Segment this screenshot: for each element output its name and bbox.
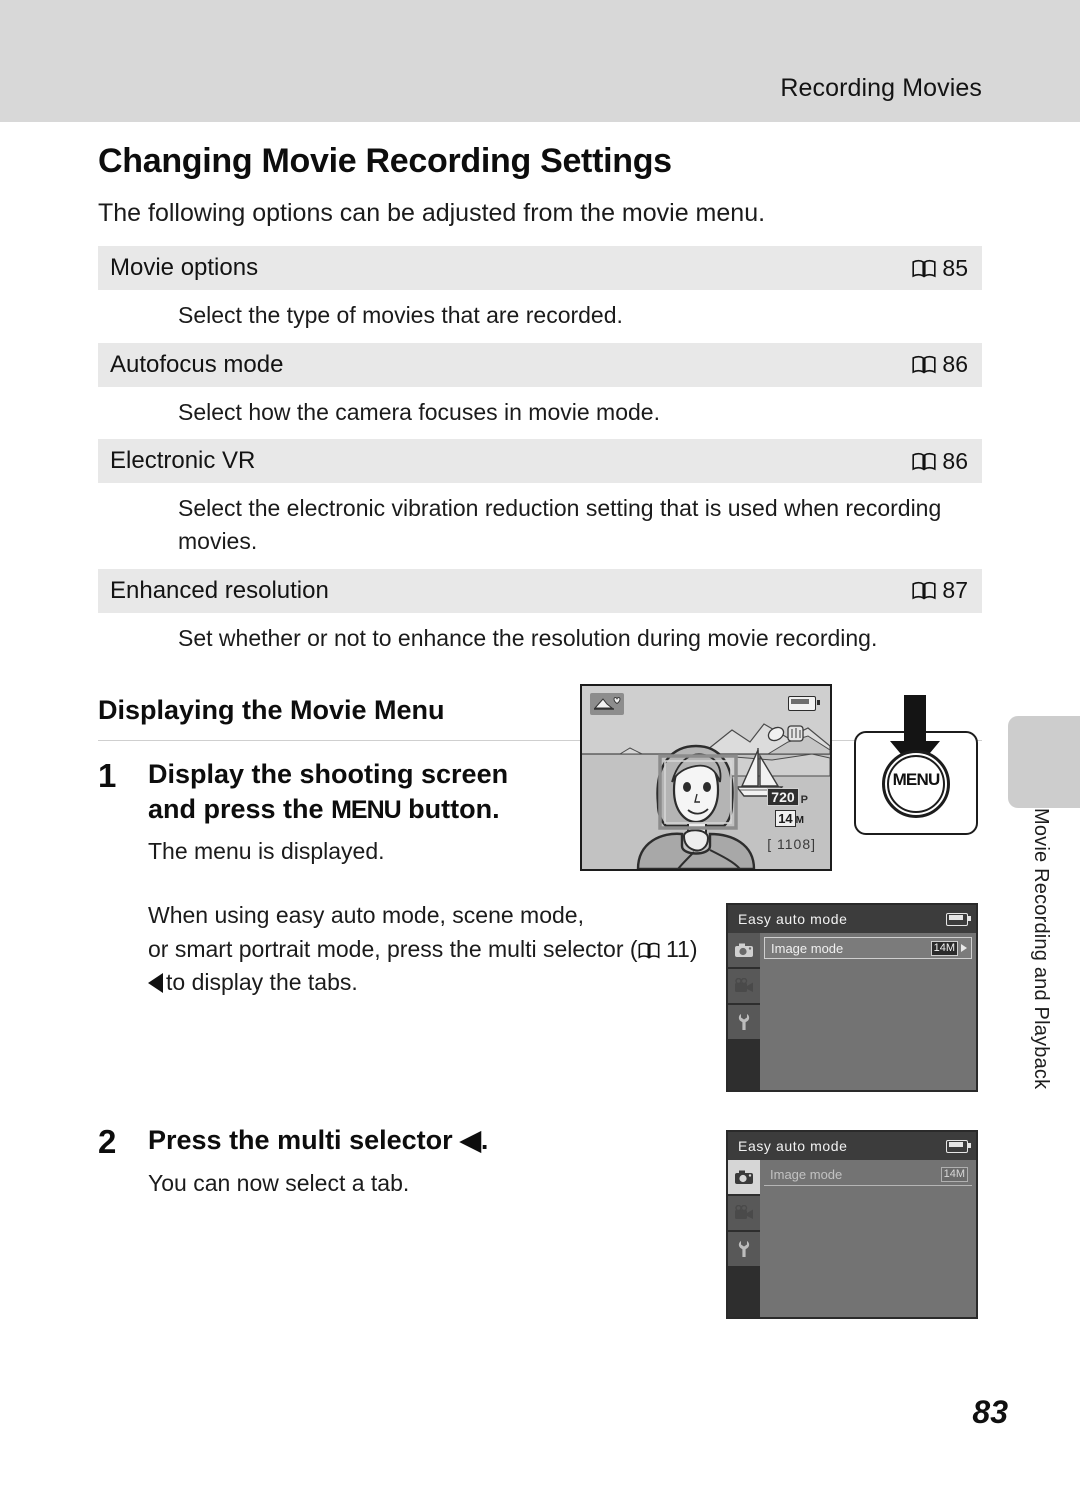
multi-selector-left-icon bbox=[148, 973, 163, 994]
table-row: Electronic VR 86 bbox=[98, 439, 982, 484]
option-description: Select how the camera focuses in movie m… bbox=[178, 398, 660, 425]
camera-menu-screenshot-1: Easy auto mode Image mode 14M bbox=[726, 903, 978, 1092]
movie-tab-icon[interactable] bbox=[728, 1196, 760, 1232]
movie-tab-icon[interactable] bbox=[728, 969, 760, 1005]
menu-title-bar: Easy auto mode bbox=[728, 905, 976, 933]
step-note: You can now select a tab. bbox=[148, 1169, 410, 1196]
menu-button-label: MENU bbox=[892, 770, 941, 789]
option-page-ref: 87 bbox=[912, 577, 968, 604]
option-page-number: 86 bbox=[942, 447, 968, 474]
option-name: Electronic VR bbox=[110, 447, 256, 475]
camera-menu-screenshot-2: Easy auto mode Image mode 14M bbox=[726, 1130, 978, 1319]
menu-title: Easy auto mode bbox=[738, 1138, 848, 1154]
extra-line-3-text: to display the tabs. bbox=[166, 969, 358, 996]
step-title-part-2: button. bbox=[400, 793, 500, 824]
step-number: 1 bbox=[98, 757, 117, 795]
chevron-right-icon bbox=[961, 944, 967, 952]
option-page-number: 86 bbox=[942, 351, 968, 378]
wrench-tab-icon[interactable] bbox=[728, 1005, 760, 1041]
table-row: Autofocus mode 86 bbox=[98, 342, 982, 387]
menu-title: Easy auto mode bbox=[738, 911, 848, 927]
option-name: Movie options bbox=[110, 254, 259, 281]
menu-item-label: Image mode bbox=[770, 1167, 843, 1182]
option-page-ref: 85 bbox=[912, 255, 968, 282]
menu-item-label: Image mode bbox=[771, 940, 844, 956]
page-title: Changing Movie Recording Settings bbox=[98, 142, 672, 180]
battery-icon bbox=[946, 1139, 971, 1153]
page-number: 83 bbox=[972, 1394, 1008, 1430]
wrench-tab-icon[interactable] bbox=[728, 1232, 760, 1268]
movie-quality-indicator: 720 P bbox=[767, 788, 808, 806]
option-description: Set whether or not to enhance the resolu… bbox=[178, 624, 878, 651]
table-row: Movie options 85 bbox=[98, 246, 982, 290]
option-name: Enhanced resolution bbox=[110, 576, 329, 604]
menu-tab-strip bbox=[728, 1160, 760, 1317]
option-page-ref: 86 bbox=[912, 351, 968, 378]
camera-tab-icon[interactable] bbox=[728, 1160, 760, 1196]
book-icon bbox=[912, 581, 937, 600]
step-title: Display the shooting screen and press th… bbox=[148, 757, 548, 826]
image-mode-badge: 14M bbox=[940, 1167, 968, 1182]
extra-line-3: to display the tabs. bbox=[148, 966, 708, 999]
option-name: Autofocus mode bbox=[110, 350, 284, 378]
running-head: Recording Movies bbox=[780, 74, 982, 102]
vibration-reduction-icons bbox=[767, 725, 804, 742]
extra-line-1: When using easy auto mode, scene mode, bbox=[148, 902, 584, 929]
menu-item-value: 14M bbox=[940, 1167, 968, 1182]
step-note: The menu is displayed. bbox=[148, 838, 385, 865]
extra-line-2: or smart portrait mode, press the multi … bbox=[148, 933, 708, 966]
page-header-band bbox=[0, 0, 1080, 122]
image-mode-badge: 14M bbox=[930, 940, 958, 956]
battery-icon bbox=[946, 912, 971, 926]
battery-icon bbox=[788, 696, 820, 711]
camera-lcd-illustration: 720 P 14 M [ 1108] bbox=[580, 684, 832, 871]
menu-keyword: MENU bbox=[331, 795, 402, 824]
movie-options-table: Movie options 85 Select the type of movi… bbox=[98, 246, 982, 665]
image-size-value: 14 bbox=[775, 810, 796, 827]
menu-title-bar: Easy auto mode bbox=[728, 1132, 976, 1160]
menu-item-image-mode[interactable]: Image mode 14M bbox=[764, 937, 972, 959]
book-icon bbox=[638, 942, 660, 959]
table-row: Enhanced resolution 87 bbox=[98, 568, 982, 613]
image-size-indicator: 14 M bbox=[775, 810, 804, 828]
image-size-suffix: M bbox=[795, 815, 804, 826]
book-icon bbox=[912, 259, 937, 277]
movie-quality-suffix: P bbox=[800, 794, 808, 806]
subsection-title: Displaying the Movie Menu bbox=[98, 695, 445, 726]
step-1: 1 Display the shooting screen and press … bbox=[98, 757, 982, 865]
step-1-extra-note: When using easy auto mode, scene mode, o… bbox=[148, 899, 708, 999]
side-thumb-tab-label: Movie Recording and Playback bbox=[1030, 808, 1052, 1090]
menu-content-pane: Image mode 14M bbox=[760, 933, 976, 1090]
book-icon bbox=[912, 356, 937, 374]
step-title: Press the multi selector ◀. bbox=[148, 1125, 489, 1156]
option-description: Select the electronic vibration reductio… bbox=[178, 495, 942, 554]
menu-tab-strip bbox=[728, 933, 760, 1090]
option-description: Select the type of movies that are recor… bbox=[178, 302, 623, 328]
option-page-number: 87 bbox=[942, 577, 968, 604]
extra-line-2-text: or smart portrait mode, press the multi … bbox=[148, 935, 638, 962]
camera-tab-icon[interactable] bbox=[728, 933, 760, 969]
intro-paragraph: The following options can be adjusted fr… bbox=[98, 199, 766, 227]
easy-auto-mode-icon bbox=[590, 693, 624, 715]
menu-item-value: 14M bbox=[930, 940, 967, 956]
option-page-number: 85 bbox=[942, 254, 968, 281]
side-thumb-tab-marker bbox=[1008, 716, 1080, 808]
menu-item-image-mode[interactable]: Image mode 14M bbox=[764, 1164, 972, 1186]
menu-content-pane: Image mode 14M bbox=[760, 1160, 976, 1317]
section-divider bbox=[98, 740, 982, 742]
book-icon bbox=[912, 452, 937, 471]
movie-quality-value: 720 bbox=[767, 788, 799, 806]
extra-page-ref: 11) bbox=[665, 935, 698, 962]
option-page-ref: 86 bbox=[912, 448, 968, 475]
shots-remaining: [ 1108] bbox=[767, 836, 816, 852]
step-number: 2 bbox=[98, 1123, 117, 1161]
